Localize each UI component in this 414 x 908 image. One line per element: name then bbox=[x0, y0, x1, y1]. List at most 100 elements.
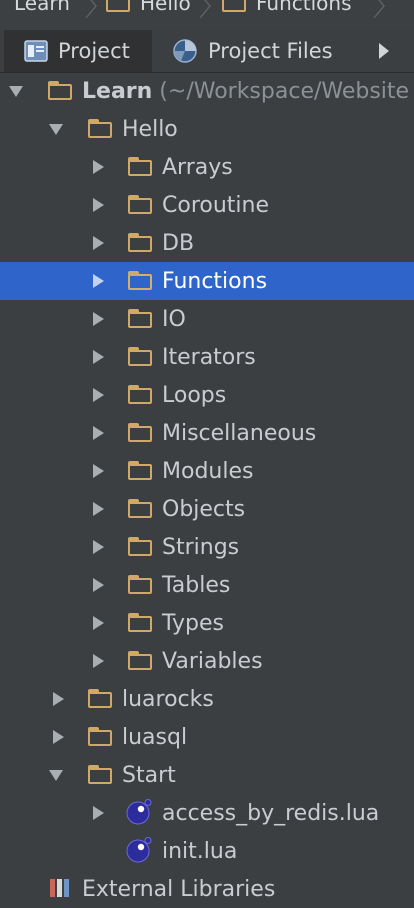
tab-project[interactable]: Project bbox=[4, 30, 152, 72]
expand-arrow-icon[interactable] bbox=[90, 805, 106, 821]
lua-file-icon bbox=[126, 799, 152, 825]
tree-node-label: access_by_redis.lua bbox=[162, 800, 380, 826]
expand-arrow-icon[interactable] bbox=[90, 653, 106, 669]
tree-node-init-lua[interactable]: init.lua bbox=[0, 832, 414, 870]
expand-arrow-icon[interactable] bbox=[90, 387, 106, 403]
tree-node-modules[interactable]: Modules bbox=[0, 452, 414, 490]
tree-node-luarocks[interactable]: luarocks bbox=[0, 680, 414, 718]
collapse-arrow-icon[interactable] bbox=[48, 121, 64, 137]
expand-arrow-icon[interactable] bbox=[90, 463, 106, 479]
tab-project-files[interactable]: Project Files bbox=[158, 30, 348, 72]
expand-arrow-icon[interactable] bbox=[90, 425, 106, 441]
project-files-icon bbox=[173, 39, 197, 63]
tab-label: Project Files bbox=[208, 39, 333, 63]
folder-icon bbox=[128, 271, 154, 291]
tree-node-label: Variables bbox=[162, 648, 263, 674]
expand-arrow-icon[interactable] bbox=[90, 349, 106, 365]
tree-node-label: luarocks bbox=[122, 686, 214, 712]
tree-node-access-by-redis-lua[interactable]: access_by_redis.lua bbox=[0, 794, 414, 832]
tree-node-label: Iterators bbox=[162, 344, 256, 370]
folder-icon bbox=[48, 81, 74, 101]
expand-arrow-icon[interactable] bbox=[90, 235, 106, 251]
expand-arrow-icon[interactable] bbox=[90, 501, 106, 517]
expand-arrow-icon[interactable] bbox=[50, 691, 66, 707]
folder-icon bbox=[128, 651, 154, 671]
tree-node-hello[interactable]: Hello bbox=[0, 110, 414, 148]
tree-node-label: Miscellaneous bbox=[162, 420, 317, 446]
tree-node-label: Coroutine bbox=[162, 192, 270, 218]
folder-icon bbox=[128, 613, 154, 633]
tree-node-variables[interactable]: Variables bbox=[0, 642, 414, 680]
breadcrumb-label: Learn bbox=[14, 0, 70, 15]
folder-icon bbox=[88, 727, 114, 747]
tree-node-strings[interactable]: Strings bbox=[0, 528, 414, 566]
folder-icon bbox=[128, 461, 154, 481]
breadcrumb-label: Functions bbox=[256, 0, 352, 15]
tree-node-io[interactable]: IO bbox=[0, 300, 414, 338]
tree-node-label: luasql bbox=[122, 724, 188, 750]
tree-node-tables[interactable]: Tables bbox=[0, 566, 414, 604]
folder-icon bbox=[128, 157, 154, 177]
lua-file-icon bbox=[126, 837, 152, 863]
expand-arrow-icon[interactable] bbox=[90, 273, 106, 289]
folder-icon bbox=[222, 0, 248, 13]
collapse-arrow-icon[interactable] bbox=[48, 767, 64, 783]
project-path-label: (~/Workspace/Website bbox=[159, 78, 410, 104]
tab-label: Project bbox=[58, 39, 130, 63]
folder-icon bbox=[88, 119, 114, 139]
tree-node-coroutine[interactable]: Coroutine bbox=[0, 186, 414, 224]
tree-node-label: init.lua bbox=[162, 838, 238, 864]
breadcrumb-label: Hello bbox=[140, 0, 191, 15]
folder-icon bbox=[88, 689, 114, 709]
expand-arrow-icon[interactable] bbox=[90, 159, 106, 175]
tree-node-learn[interactable]: Learn (~/Workspace/Website bbox=[0, 72, 414, 110]
library-icon bbox=[50, 879, 69, 897]
tree-node-label: Learn bbox=[82, 78, 153, 104]
tree-node-arrays[interactable]: Arrays bbox=[0, 148, 414, 186]
tree-node-objects[interactable]: Objects bbox=[0, 490, 414, 528]
more-tabs-button[interactable] bbox=[354, 30, 414, 72]
expand-arrow-icon[interactable] bbox=[90, 311, 106, 327]
tree-node-label: External Libraries bbox=[82, 876, 276, 902]
tree-node-label: Strings bbox=[162, 534, 240, 560]
tree-node-types[interactable]: Types bbox=[0, 604, 414, 642]
expand-arrow-icon[interactable] bbox=[90, 539, 106, 555]
breadcrumb-separator-icon bbox=[85, 0, 97, 18]
tree-node-db[interactable]: DB bbox=[0, 224, 414, 262]
breadcrumb-separator-icon bbox=[199, 0, 211, 18]
expand-arrow-icon[interactable] bbox=[50, 729, 66, 745]
tree-node-label: Arrays bbox=[162, 154, 233, 180]
tool-window-tabs: Project Project Files bbox=[0, 30, 414, 73]
tree-node-functions[interactable]: Functions bbox=[0, 262, 414, 300]
breadcrumb-item-hello[interactable]: Hello bbox=[106, 0, 191, 18]
tree-node-label: Tables bbox=[162, 572, 231, 598]
tree-node-start[interactable]: Start bbox=[0, 756, 414, 794]
tree-node-label: DB bbox=[162, 230, 195, 256]
folder-icon bbox=[128, 499, 154, 519]
tree-node-loops[interactable]: Loops bbox=[0, 376, 414, 414]
expand-arrow-icon[interactable] bbox=[90, 197, 106, 213]
tree-node-label: IO bbox=[162, 306, 186, 332]
expand-arrow-icon[interactable] bbox=[90, 615, 106, 631]
expand-arrow-icon[interactable] bbox=[90, 577, 106, 593]
tree-node-miscellaneous[interactable]: Miscellaneous bbox=[0, 414, 414, 452]
collapse-arrow-icon[interactable] bbox=[8, 83, 24, 99]
breadcrumb-item-learn[interactable]: Learn bbox=[14, 0, 70, 18]
tree-node-label: Objects bbox=[162, 496, 246, 522]
project-view-icon bbox=[24, 40, 48, 62]
tree-node-label: Hello bbox=[122, 116, 178, 142]
tree-node-label: Types bbox=[162, 610, 224, 636]
tree-node-iterators[interactable]: Iterators bbox=[0, 338, 414, 376]
breadcrumb: Learn Hello Functions bbox=[0, 0, 414, 31]
breadcrumb-item-functions[interactable]: Functions bbox=[222, 0, 352, 18]
tree-node-label: Loops bbox=[162, 382, 227, 408]
folder-icon bbox=[128, 385, 154, 405]
tree-node-label: Modules bbox=[162, 458, 254, 484]
chevron-right-icon bbox=[379, 43, 389, 59]
folder-icon bbox=[128, 195, 154, 215]
breadcrumb-separator-icon bbox=[373, 0, 385, 18]
folder-icon bbox=[128, 233, 154, 253]
tree-node-external-libraries[interactable]: External Libraries bbox=[0, 870, 414, 908]
tree-node-luasql[interactable]: luasql bbox=[0, 718, 414, 756]
tree-node-label: Functions bbox=[162, 268, 268, 294]
